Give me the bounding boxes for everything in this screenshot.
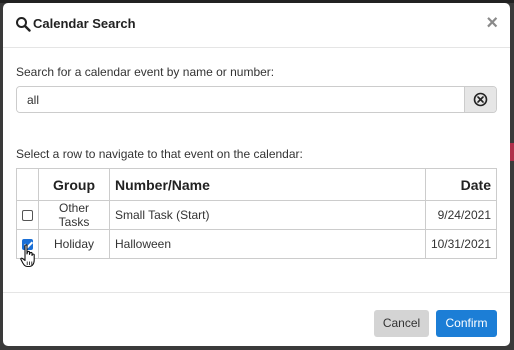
clear-search-button[interactable] <box>464 87 496 112</box>
search-label: Search for a calendar event by name or n… <box>16 65 275 79</box>
column-header-date[interactable]: Date <box>424 168 498 201</box>
hand-pointer-cursor-icon <box>20 244 36 273</box>
search-field-group <box>16 86 497 113</box>
date-cell: 9/24/2021 <box>424 200 498 230</box>
table-row[interactable]: Holiday Halloween 10/31/2021 <box>16 229 498 259</box>
results-label: Select a row to navigate to that event o… <box>16 147 303 161</box>
column-header-select <box>16 168 39 201</box>
cancel-button[interactable]: Cancel <box>374 310 429 337</box>
group-cell: Other Tasks <box>38 200 110 230</box>
row-checkbox[interactable] <box>22 210 33 222</box>
table-header-row: Group Number/Name Date <box>16 168 498 201</box>
dialog-footer: Cancel Confirm <box>3 292 510 346</box>
search-icon <box>15 16 31 32</box>
column-header-group[interactable]: Group <box>38 168 110 201</box>
dialog-title: Calendar Search <box>33 16 136 31</box>
number-name-cell: Small Task (Start) <box>109 200 426 230</box>
search-input[interactable] <box>17 87 464 112</box>
row-select-cell <box>16 200 39 230</box>
results-table: Group Number/Name Date Other Tasks Small… <box>16 168 498 259</box>
calendar-search-dialog: Calendar Search × Search for a calendar … <box>3 3 510 346</box>
dialog-header: Calendar Search × <box>3 3 510 48</box>
group-cell: Holiday <box>38 229 110 259</box>
close-button[interactable]: × <box>486 13 498 33</box>
column-header-number-name[interactable]: Number/Name <box>109 168 426 201</box>
number-name-cell: Halloween <box>109 229 426 259</box>
date-cell: 10/31/2021 <box>424 229 498 259</box>
table-row[interactable]: Other Tasks Small Task (Start) 9/24/2021 <box>16 200 498 230</box>
page-backdrop-accent <box>510 143 514 161</box>
confirm-button[interactable]: Confirm <box>436 310 497 337</box>
